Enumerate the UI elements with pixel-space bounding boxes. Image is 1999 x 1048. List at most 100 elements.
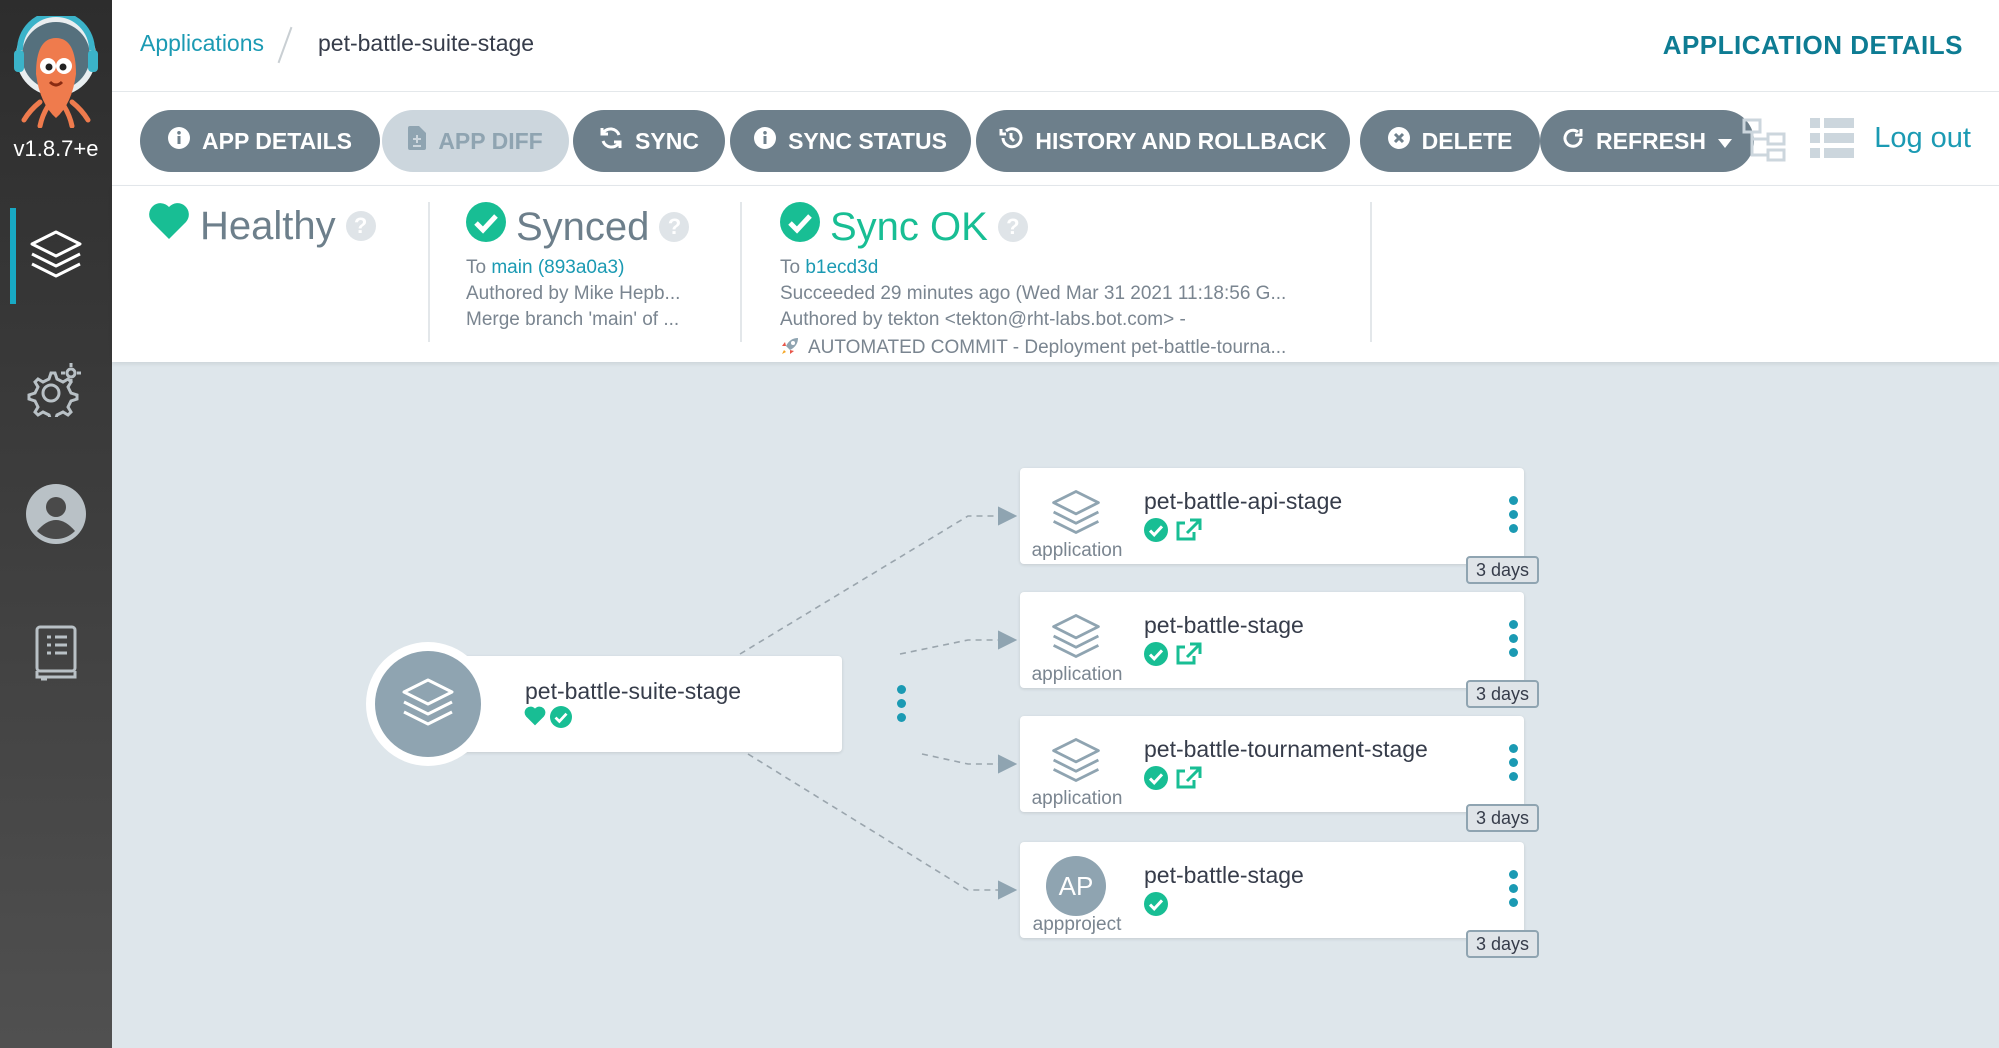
logout-link[interactable]: Log out bbox=[1874, 122, 1971, 155]
layers-icon bbox=[1046, 732, 1106, 793]
root-status-icons bbox=[524, 706, 572, 733]
age-badge: 3 days bbox=[1466, 930, 1540, 958]
appproject-avatar: AP bbox=[1046, 856, 1106, 916]
operation-target: To b1ecd3d bbox=[780, 258, 1340, 278]
sync-revision-link[interactable]: main (893a0a3) bbox=[491, 258, 624, 278]
divider bbox=[740, 202, 742, 342]
help-icon[interactable]: ? bbox=[659, 212, 690, 242]
operation-label: Sync OK bbox=[830, 204, 988, 249]
node-kind: appproject bbox=[1032, 914, 1122, 935]
operation-succeeded: Succeeded 29 minutes ago (Wed Mar 31 202… bbox=[780, 284, 1287, 304]
refresh-label: REFRESH bbox=[1596, 127, 1706, 154]
edge bbox=[921, 753, 1018, 774]
edge bbox=[899, 630, 1018, 655]
file-diff-icon bbox=[408, 126, 427, 156]
info-icon bbox=[168, 127, 191, 155]
edge bbox=[739, 506, 1018, 655]
app-details-button[interactable]: APP DETAILS bbox=[140, 110, 380, 172]
avatar-text: AP bbox=[1046, 856, 1106, 916]
layers-icon bbox=[1046, 484, 1106, 545]
sync-to-prefix: To bbox=[466, 258, 492, 278]
app-node[interactable]: application pet-battle-api-stage bbox=[1020, 468, 1524, 564]
kebab-menu-icon[interactable] bbox=[897, 685, 906, 722]
version-label: v1.8.7+e bbox=[13, 136, 99, 161]
app-diff-button[interactable]: APP DIFF bbox=[382, 110, 569, 172]
sync-icon bbox=[599, 126, 623, 156]
operation-message-row: AUTOMATED COMMIT - Deployment pet-battle… bbox=[780, 336, 1340, 361]
node-name: pet-battle-stage bbox=[1144, 612, 1304, 638]
book-icon bbox=[33, 623, 79, 686]
check-circle-icon bbox=[780, 202, 820, 252]
check-circle-icon bbox=[550, 706, 572, 733]
sync-target: To main (893a0a3) bbox=[466, 258, 716, 278]
health-label: Healthy bbox=[200, 203, 336, 248]
history-label: HISTORY AND ROLLBACK bbox=[1035, 127, 1327, 154]
sync-label: Synced bbox=[516, 204, 650, 249]
check-circle-icon bbox=[1144, 642, 1168, 671]
node-name: pet-battle-api-stage bbox=[1144, 488, 1343, 514]
sidebar-item-user-info[interactable] bbox=[0, 468, 112, 564]
resource-tree: pet-battle-suite-stage application pet-b… bbox=[112, 362, 1999, 1048]
check-circle-icon bbox=[1144, 518, 1168, 547]
refresh-button[interactable]: REFRESH bbox=[1540, 110, 1754, 172]
root-app-icon bbox=[366, 642, 490, 766]
list-view-icon[interactable] bbox=[1808, 116, 1856, 165]
breadcrumb-separator bbox=[277, 26, 293, 64]
node-kind: application bbox=[1031, 788, 1123, 809]
age-badge: 3 days bbox=[1466, 556, 1540, 584]
appproject-node[interactable]: AP appproject pet-battle-stage bbox=[1020, 842, 1524, 938]
operation-status: Sync OK ? To b1ecd3d Succeeded 29 minute… bbox=[780, 202, 1340, 361]
argo-logo[interactable] bbox=[12, 11, 100, 129]
app-details-label: APP DETAILS bbox=[202, 127, 352, 154]
kebab-menu-icon[interactable] bbox=[1509, 870, 1518, 907]
external-link-icon[interactable] bbox=[1176, 766, 1202, 795]
top-bar: Applications pet-battle-suite-stage APPL… bbox=[112, 0, 1999, 92]
age-badge: 3 days bbox=[1466, 680, 1540, 708]
kebab-menu-icon[interactable] bbox=[1509, 496, 1518, 533]
page-title: APPLICATION DETAILS bbox=[1662, 30, 1963, 60]
divider bbox=[428, 202, 430, 342]
sync-status-button[interactable]: SYNC STATUS bbox=[730, 110, 971, 172]
app-diff-label: APP DIFF bbox=[438, 127, 543, 154]
app-node[interactable]: application pet-battle-tournament-stage bbox=[1020, 716, 1524, 812]
breadcrumb-applications-link[interactable]: Applications bbox=[140, 30, 264, 57]
tree-view-icon[interactable] bbox=[1740, 116, 1788, 169]
check-circle-icon bbox=[1144, 766, 1168, 795]
sync-status: Synced ? To main (893a0a3) Authored by M… bbox=[466, 202, 716, 330]
edge bbox=[747, 753, 1018, 900]
node-name: pet-battle-tournament-stage bbox=[1144, 736, 1428, 762]
rocket-icon bbox=[780, 336, 800, 361]
help-icon[interactable]: ? bbox=[345, 211, 376, 241]
external-link-icon[interactable] bbox=[1176, 518, 1202, 547]
redo-icon bbox=[1562, 127, 1584, 155]
operation-revision-link[interactable]: b1ecd3d bbox=[805, 258, 878, 278]
layers-icon bbox=[1046, 608, 1106, 669]
heart-icon bbox=[148, 202, 190, 250]
age-badge: 3 days bbox=[1466, 804, 1540, 832]
sidebar-item-settings[interactable] bbox=[0, 342, 112, 438]
app-node[interactable]: application pet-battle-stage bbox=[1020, 592, 1524, 688]
sidebar-item-applications[interactable] bbox=[0, 208, 112, 304]
operation-author: Authored by tekton <tekton@rht-labs.bot.… bbox=[780, 310, 1186, 330]
delete-button[interactable]: DELETE bbox=[1360, 110, 1540, 172]
help-icon[interactable]: ? bbox=[997, 212, 1028, 242]
sidebar-item-docs[interactable] bbox=[0, 606, 112, 702]
layers-icon bbox=[26, 224, 86, 289]
history-rollback-button[interactable]: HISTORY AND ROLLBACK bbox=[976, 110, 1350, 172]
history-icon bbox=[999, 126, 1023, 156]
heart-icon bbox=[524, 706, 546, 733]
node-status-icons bbox=[1144, 518, 1202, 547]
caret-down-icon bbox=[1717, 128, 1732, 155]
check-circle-icon bbox=[1144, 892, 1168, 921]
status-panel: Healthy ? Synced ? To main (893a0a3) Aut… bbox=[112, 186, 1999, 362]
external-link-icon[interactable] bbox=[1176, 642, 1202, 671]
kebab-menu-icon[interactable] bbox=[1509, 620, 1518, 657]
sidebar: v1.8.7+e bbox=[0, 0, 112, 1048]
breadcrumb-current: pet-battle-suite-stage bbox=[318, 30, 535, 56]
operation-message: AUTOMATED COMMIT - Deployment pet-battle… bbox=[808, 337, 1287, 358]
user-icon bbox=[25, 483, 87, 550]
sync-button[interactable]: SYNC bbox=[573, 110, 725, 172]
check-circle-icon bbox=[466, 202, 506, 252]
kebab-menu-icon[interactable] bbox=[1509, 744, 1518, 781]
node-status-icons bbox=[1144, 642, 1202, 671]
